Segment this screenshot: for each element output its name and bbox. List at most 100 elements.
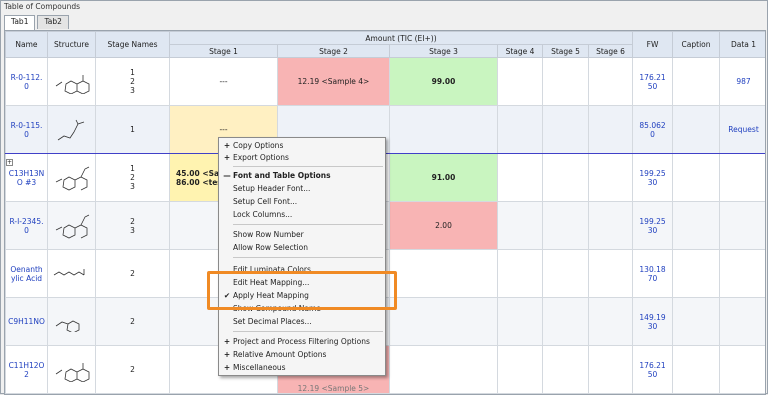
fw-value: 85.062 0 [632, 105, 674, 154]
fw-value: 199.25 30 [632, 153, 674, 202]
tab-1[interactable]: Tab1 [4, 15, 36, 30]
stage5-value[interactable] [542, 153, 589, 202]
caption-value[interactable] [672, 153, 721, 202]
caption-value[interactable] [672, 249, 721, 298]
col-header-stage1[interactable]: Stage 1 [169, 44, 278, 58]
data1-value[interactable] [719, 201, 765, 250]
stage3-value[interactable]: 2.00 [389, 201, 498, 250]
stage5-value[interactable] [542, 105, 589, 154]
stage5-value[interactable] [542, 345, 589, 394]
col-header-stage3[interactable]: Stage 3 [389, 44, 498, 58]
menu-item-export-options[interactable]: + Export Options [219, 152, 387, 164]
col-header-caption[interactable]: Caption [672, 31, 721, 58]
stage4-value[interactable] [497, 345, 543, 394]
stage2-value[interactable]: 12.19 <Sample 4> [277, 57, 390, 106]
stage3-value[interactable] [389, 297, 498, 346]
stage6-value[interactable] [587, 57, 634, 106]
caption-value[interactable] [672, 201, 721, 250]
stage5-value[interactable] [542, 249, 589, 298]
data1-value[interactable]: Request [719, 105, 765, 154]
col-header-fw[interactable]: FW [632, 31, 674, 58]
col-header-name[interactable]: Name [5, 31, 48, 58]
menu-item-setup-cell-font[interactable]: Setup Cell Font... [219, 196, 387, 208]
col-header-data1[interactable]: Data 1 [719, 31, 765, 58]
compound-name[interactable]: R-0-115. 0 [5, 105, 48, 154]
stage4-value[interactable] [497, 105, 543, 154]
structure-image [55, 74, 89, 94]
stage-names: 2 3 [95, 201, 170, 250]
menu-item-allow-row-selection[interactable]: Allow Row Selection [219, 242, 387, 254]
structure-cell [47, 249, 96, 298]
menu-item-project-filtering[interactable]: + Project and Process Filtering Options [219, 336, 387, 348]
data1-value[interactable]: 987 [719, 57, 765, 106]
stage4-value[interactable] [497, 297, 543, 346]
stage5-value[interactable] [542, 57, 589, 106]
menu-item-setup-header-font[interactable]: Setup Header Font... [219, 183, 387, 195]
data1-value[interactable] [719, 297, 765, 346]
stage6-value[interactable] [587, 345, 634, 394]
stage3-value[interactable] [389, 105, 498, 154]
stage5-value[interactable] [542, 201, 589, 250]
stage3-value[interactable]: 91.00 [389, 153, 498, 202]
menu-item-font-table-options[interactable]: — Font and Table Options [219, 170, 387, 182]
stage3-value[interactable]: 99.00 [389, 57, 498, 106]
stage4-value[interactable] [497, 249, 543, 298]
stage6-value[interactable] [587, 153, 634, 202]
menu-item-set-decimal-places[interactable]: Set Decimal Places... [219, 316, 387, 328]
data1-value[interactable] [719, 345, 765, 394]
stage4-value[interactable] [497, 201, 543, 250]
structure-image [55, 166, 89, 190]
structure-image [55, 214, 89, 238]
menu-item-copy-options[interactable]: + Copy Options [219, 140, 387, 152]
expand-row-icon[interactable]: + [6, 159, 13, 166]
compound-name[interactable]: R-I-2345. 0 [5, 201, 48, 250]
stage6-value[interactable] [587, 297, 634, 346]
caption-value[interactable] [672, 105, 721, 154]
stage4-value[interactable] [497, 57, 543, 106]
data1-value[interactable] [719, 249, 765, 298]
stage-names: 1 2 3 [95, 57, 170, 106]
compound-name[interactable]: C9H11NO [5, 297, 48, 346]
structure-cell [47, 345, 96, 394]
menu-separator [233, 224, 383, 225]
stage6-value[interactable] [587, 249, 634, 298]
structure-image [57, 119, 84, 140]
structure-image [55, 320, 79, 332]
caption-value[interactable] [672, 57, 721, 106]
caption-value[interactable] [672, 297, 721, 346]
col-header-stage6[interactable]: Stage 6 [587, 44, 634, 58]
stage1-value[interactable]: --- [169, 57, 278, 106]
expand-plus-icon: + [223, 153, 231, 162]
col-header-stage5[interactable]: Stage 5 [542, 44, 589, 58]
stage3-value[interactable] [389, 249, 498, 298]
col-header-structure[interactable]: Structure [47, 31, 96, 58]
compound-name[interactable]: Oenanth ylic Acid [5, 249, 48, 298]
stage6-value[interactable] [587, 201, 634, 250]
menu-separator [233, 331, 383, 332]
collapse-minus-icon: — [223, 171, 231, 180]
stage6-value[interactable] [587, 105, 634, 154]
col-header-stage4[interactable]: Stage 4 [497, 44, 543, 58]
fw-value: 176.21 50 [632, 345, 674, 394]
table-row[interactable]: R-0-112. 0 1 2 3 --- 12.19 <Sample 4> 99… [5, 57, 765, 106]
structure-cell [47, 105, 96, 154]
stage5-value[interactable] [542, 297, 589, 346]
compound-name[interactable]: C11H12O 2 [5, 345, 48, 394]
fw-value: 199.25 30 [632, 201, 674, 250]
context-menu: + Copy Options + Export Options — Font and … [218, 137, 386, 376]
col-header-stage2[interactable]: Stage 2 [277, 44, 390, 58]
compound-name[interactable]: R-0-112. 0 [5, 57, 48, 106]
menu-item-lock-columns[interactable]: Lock Columns... [219, 209, 387, 221]
col-header-stage-names[interactable]: Stage Names [95, 31, 170, 58]
stage3-value[interactable] [389, 345, 498, 394]
expand-plus-icon: + [223, 337, 231, 346]
menu-item-show-row-number[interactable]: Show Row Number [219, 229, 387, 241]
tab-2[interactable]: Tab2 [37, 15, 69, 29]
menu-item-miscellaneous[interactable]: + Miscellaneous [219, 362, 387, 374]
menu-item-relative-amount[interactable]: + Relative Amount Options [219, 349, 387, 361]
stage4-value[interactable] [497, 153, 543, 202]
stage-names: 2 [95, 297, 170, 346]
caption-value[interactable] [672, 345, 721, 394]
data1-value[interactable] [719, 153, 765, 202]
stage-names: 2 [95, 345, 170, 394]
